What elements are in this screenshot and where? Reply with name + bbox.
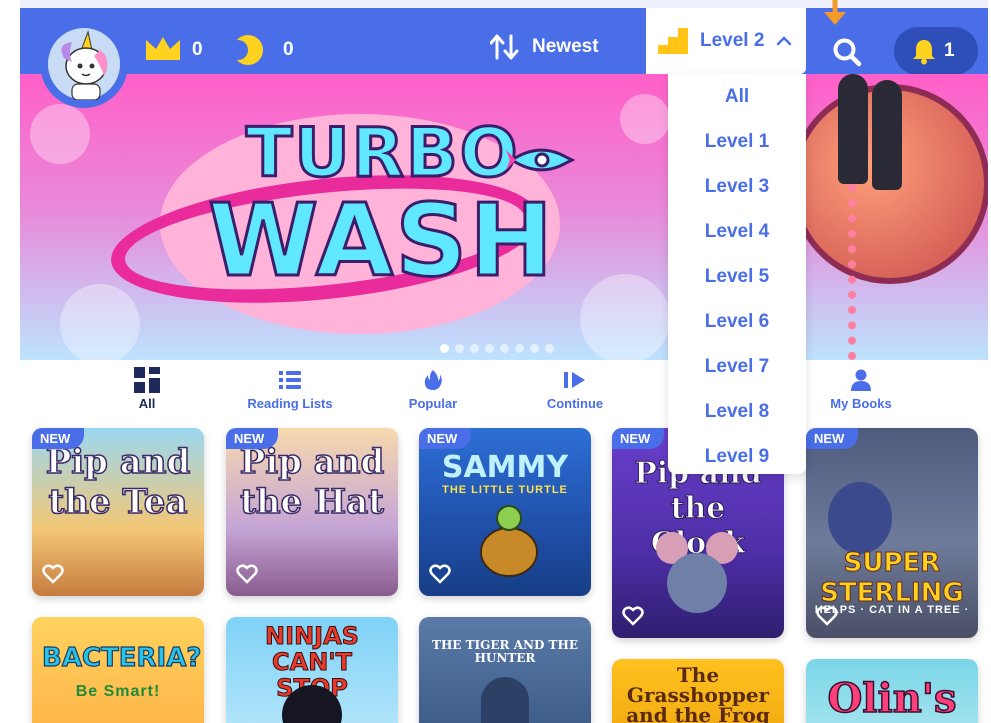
tab-label: Continue [546, 396, 604, 411]
heart-icon[interactable] [816, 606, 838, 626]
tab-label: My Books [830, 396, 892, 411]
search-icon[interactable] [832, 37, 862, 67]
category-tabs: All Reading Lists Popular Continue My Bo… [20, 360, 988, 426]
tab-continue[interactable]: Continue [510, 366, 640, 411]
crown-count: 0 [192, 39, 203, 60]
tab-my-books[interactable]: My Books [796, 366, 926, 411]
book-card[interactable]: Pip and the Tea NEW [32, 428, 204, 596]
book-title: The Grasshopper and the Frog [626, 663, 770, 723]
arrow-down-icon [824, 0, 846, 25]
level-option-7[interactable]: Level 7 [668, 344, 806, 389]
notifications-button[interactable]: 1 [894, 27, 978, 75]
level-option-8[interactable]: Level 8 [668, 389, 806, 434]
book-title: Pip and the Hat [239, 441, 385, 523]
heart-icon[interactable] [42, 564, 64, 584]
book-title: SAMMY [441, 450, 569, 485]
carousel-dot[interactable] [515, 344, 524, 353]
sort-button[interactable]: Newest [490, 34, 599, 60]
coin-icon [228, 35, 263, 65]
avatar[interactable] [40, 20, 128, 108]
featured-banner[interactable]: TURBO WASH [20, 74, 988, 360]
bell-icon [913, 40, 935, 65]
book-subtitle: THE LITTLE TURTLE [442, 484, 568, 496]
person-icon [851, 369, 871, 391]
tab-popular[interactable]: Popular [368, 366, 498, 411]
tab-label: Popular [408, 396, 458, 411]
book-card[interactable]: SUPER STERLING HELPS · CAT IN A TREE · N… [806, 428, 978, 638]
mouse-illustration [656, 532, 738, 613]
book-title: THE TIGER AND THE HUNTER [432, 638, 578, 665]
sort-icon [490, 34, 519, 60]
level-dropdown: All Level 1 Level 3 Level 4 Level 5 Leve… [668, 74, 806, 474]
unicorn-icon [61, 30, 108, 100]
new-badge: NEW [419, 428, 472, 449]
heart-icon[interactable] [622, 606, 644, 626]
book-card[interactable]: SAMMY THE LITTLE TURTLE NEW [419, 428, 591, 596]
book-card[interactable]: THE TIGER AND THE HUNTER [419, 617, 591, 723]
crown-icon [146, 37, 180, 60]
grid-icon [134, 367, 160, 393]
play-icon [564, 372, 585, 388]
book-card[interactable]: Olin's [806, 659, 978, 723]
book-title: BACTERIA? [41, 642, 202, 673]
turtle-illustration [480, 505, 538, 577]
carousel-dot[interactable] [470, 344, 479, 353]
tab-label: Reading Lists [247, 396, 333, 411]
rocket-icon [506, 148, 576, 172]
level-option-all[interactable]: All [668, 74, 806, 119]
banner-hose [848, 184, 868, 360]
new-badge: NEW [32, 428, 85, 449]
book-card[interactable]: Pip and the Hat NEW [226, 428, 398, 596]
level-option-1[interactable]: Level 1 [668, 119, 806, 164]
carousel-dot[interactable] [500, 344, 509, 353]
banner-title-line2: WASH [207, 181, 555, 301]
carousel-dots[interactable] [440, 344, 554, 353]
tab-label: All [138, 396, 156, 411]
book-subtitle: Be Smart! [75, 683, 161, 700]
carousel-dot[interactable] [530, 344, 539, 353]
heart-icon[interactable] [236, 564, 258, 584]
new-badge: NEW [612, 428, 665, 449]
level-option-3[interactable]: Level 3 [668, 164, 806, 209]
tab-reading-lists[interactable]: Reading Lists [225, 366, 355, 411]
book-title: SUPER STERLING [820, 548, 965, 609]
level-option-4[interactable]: Level 4 [668, 209, 806, 254]
coin-count: 0 [283, 39, 294, 60]
level-selector[interactable]: Level 2 [646, 8, 806, 74]
list-icon [279, 371, 301, 389]
cat-illustration [828, 482, 892, 554]
tab-all[interactable]: All [82, 366, 212, 411]
carousel-dot[interactable] [440, 344, 449, 353]
chevron-up-icon [777, 36, 792, 46]
level-steps-icon [658, 28, 688, 54]
flame-icon [424, 370, 442, 390]
heart-icon[interactable] [429, 564, 451, 584]
sort-label: Newest [532, 36, 599, 57]
book-card[interactable]: The Grasshopper and the Frog [612, 659, 784, 723]
level-option-9[interactable]: Level 9 [668, 434, 806, 479]
carousel-dot[interactable] [545, 344, 554, 353]
level-label: Level 2 [700, 30, 765, 51]
new-badge: NEW [226, 428, 279, 449]
level-option-6[interactable]: Level 6 [668, 299, 806, 344]
app: 0 0 Newest 1 Level 2 TURBO WASH All Read… [20, 0, 988, 723]
book-title: Pip and the Tea [45, 441, 191, 523]
carousel-dot[interactable] [455, 344, 464, 353]
level-option-5[interactable]: Level 5 [668, 254, 806, 299]
carousel-dot[interactable] [485, 344, 494, 353]
book-card[interactable]: NINJAS CAN'T STOP [226, 617, 398, 723]
new-badge: NEW [806, 428, 859, 449]
book-card[interactable]: BACTERIA? Be Smart! [32, 617, 204, 723]
notification-count: 1 [944, 40, 955, 61]
book-title: Olin's [827, 674, 958, 723]
